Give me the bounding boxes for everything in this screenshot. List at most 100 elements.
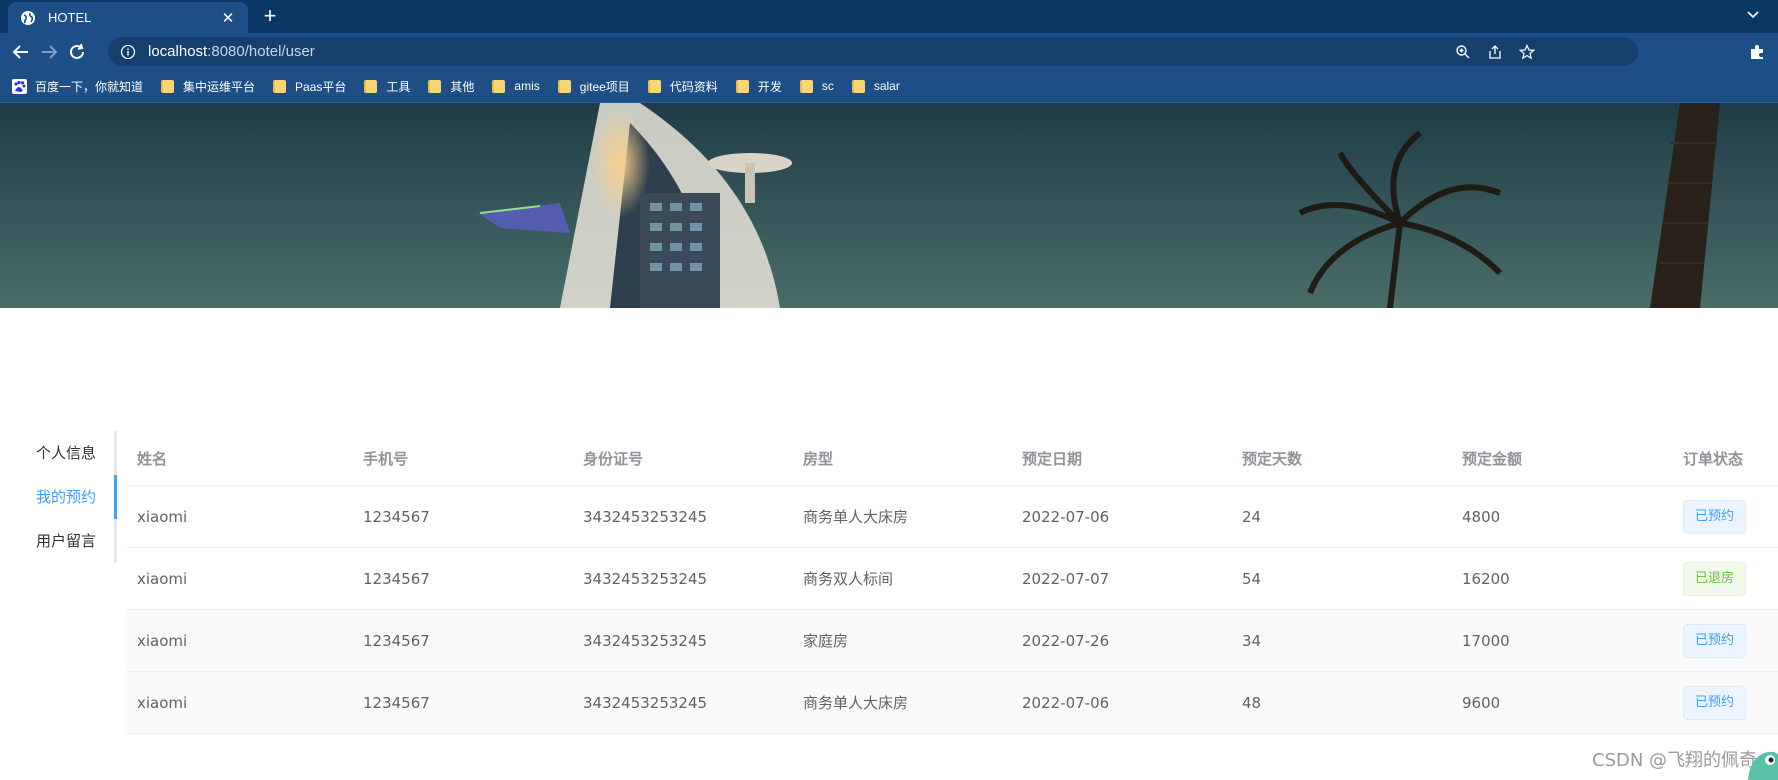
column-header: 预定日期: [1022, 449, 1083, 468]
status-cell: 已预约: [1683, 672, 1747, 733]
table-row[interactable]: xiaomi 1234567 3432453253245 商务单人大床房 202…: [127, 486, 1778, 548]
info-icon[interactable]: [120, 44, 136, 60]
cell-phone: 1234567: [363, 693, 430, 712]
folder-icon: [492, 79, 506, 93]
cell-amount: 17000: [1462, 631, 1510, 650]
cell-days: 48: [1242, 693, 1262, 712]
baidu-icon: [12, 78, 27, 94]
bookmark-item[interactable]: 工具: [364, 78, 410, 95]
folder-icon: [799, 79, 813, 93]
folder-icon: [557, 79, 571, 93]
globe-icon: [21, 10, 35, 25]
folder-icon: [161, 79, 175, 93]
column-header: 身份证号: [583, 449, 644, 468]
folder-icon: [428, 79, 442, 93]
status-cell: 已预约: [1683, 486, 1747, 547]
bookmark-item[interactable]: 集中运维平台: [161, 78, 255, 95]
hero-banner-image: [0, 103, 1778, 308]
bookmark-item[interactable]: gitee项目: [557, 78, 630, 95]
cell-id-card: 3432453253245: [583, 507, 708, 526]
bookmark-label: sc: [821, 79, 834, 93]
bookings-table: 姓名 手机号 身份证号 房型 预定日期 预定天数 预定金额 订单状态 xiaom…: [127, 431, 1778, 734]
status-badge: 已预约: [1683, 685, 1747, 720]
column-header: 房型: [803, 449, 834, 468]
table-row[interactable]: xiaomi 1234567 3432453253245 家庭房 2022-07…: [127, 610, 1778, 672]
chevron-down-icon[interactable]: [1744, 6, 1762, 24]
table-row[interactable]: xiaomi 1234567 3432453253245 商务单人大床房 202…: [127, 672, 1778, 734]
browser-tabstrip: HOTEL ✕ +: [0, 0, 1778, 33]
bookmark-label: 代码资料: [669, 79, 718, 94]
sidebar-item-my-bookings[interactable]: 我的预约: [0, 475, 117, 519]
close-tab-icon[interactable]: ✕: [220, 10, 236, 27]
cell-date: 2022-07-26: [1022, 631, 1110, 650]
url-path: :8080/hotel/user: [207, 43, 315, 60]
column-header: 姓名: [137, 449, 168, 468]
column-header: 预定天数: [1242, 449, 1303, 468]
cell-phone: 1234567: [363, 631, 430, 650]
cell-days: 24: [1242, 507, 1262, 526]
bookmark-item[interactable]: 其他: [428, 78, 474, 95]
tab-title: HOTEL: [48, 10, 92, 25]
bookmark-item[interactable]: 代码资料: [647, 78, 718, 95]
cell-phone: 1234567: [363, 569, 430, 588]
cell-date: 2022-07-06: [1022, 507, 1110, 526]
bookmark-item[interactable]: 百度一下，你就知道: [12, 78, 143, 95]
cell-id-card: 3432453253245: [583, 631, 708, 650]
cell-days: 34: [1242, 631, 1262, 650]
bookmark-label: 其他: [450, 79, 475, 94]
bookmark-item[interactable]: 开发: [735, 78, 782, 95]
column-header: 订单状态: [1683, 449, 1744, 468]
table-row[interactable]: xiaomi 1234567 3432453253245 商务双人标间 2022…: [127, 548, 1778, 610]
address-bar[interactable]: localhost:8080/hotel/user: [108, 37, 1638, 66]
cell-room-type: 商务单人大床房: [803, 694, 909, 712]
zoom-icon[interactable]: [1455, 44, 1471, 60]
bookmark-label: Paas平台: [295, 79, 347, 94]
sidebar-item-personal-info[interactable]: 个人信息: [0, 431, 117, 475]
forward-icon[interactable]: [38, 41, 60, 63]
status-badge: 已预约: [1683, 623, 1747, 658]
bookmark-label: 集中运维平台: [183, 79, 256, 94]
url-host: localhost: [148, 43, 208, 60]
bookmark-item[interactable]: salar: [851, 79, 900, 93]
new-tab-icon[interactable]: +: [260, 5, 280, 27]
mascot-icon: [1748, 751, 1778, 780]
star-icon[interactable]: [1519, 44, 1535, 60]
folder-icon: [364, 79, 378, 93]
cell-name: xiaomi: [137, 569, 188, 588]
column-header: 手机号: [363, 449, 409, 468]
status-cell: 已退房: [1683, 548, 1747, 609]
bookmark-label: 工具: [386, 79, 411, 94]
cell-room-type: 商务单人大床房: [803, 508, 909, 526]
sidebar-item-user-messages[interactable]: 用户留言: [0, 519, 117, 563]
bookmark-item[interactable]: Paas平台: [273, 78, 346, 95]
csdn-watermark: CSDN @飞翔的佩奇: [1592, 750, 1758, 771]
cell-amount: 4800: [1462, 507, 1501, 526]
bookmark-item[interactable]: amis: [492, 79, 540, 93]
sidebar-nav: 个人信息 我的预约 用户留言: [0, 431, 117, 563]
folder-icon: [851, 79, 865, 93]
active-tab-indicator: [114, 475, 117, 519]
folder-icon: [647, 79, 661, 93]
browser-tab[interactable]: HOTEL ✕: [8, 2, 248, 33]
bookmark-label: gitee项目: [579, 79, 630, 94]
back-icon[interactable]: [10, 41, 32, 63]
cell-name: xiaomi: [137, 693, 188, 712]
bookmark-item[interactable]: sc: [799, 79, 834, 93]
bookmarks-bar: 百度一下，你就知道 集中运维平台 Paas平台 工具 其他 amis gitee…: [0, 70, 1778, 103]
cell-phone: 1234567: [363, 507, 430, 526]
cell-name: xiaomi: [137, 631, 188, 650]
folder-icon: [273, 79, 287, 93]
share-icon[interactable]: [1487, 44, 1503, 60]
cell-room-type: 商务双人标间: [803, 570, 894, 588]
cell-amount: 16200: [1462, 569, 1510, 588]
bookmark-label: amis: [514, 79, 540, 93]
extensions-icon[interactable]: [1748, 43, 1766, 61]
cell-id-card: 3432453253245: [583, 693, 708, 712]
cell-id-card: 3432453253245: [583, 569, 708, 588]
table-header: 姓名 手机号 身份证号 房型 预定日期 预定天数 预定金额 订单状态: [127, 431, 1778, 486]
hotel-skyline-illustration: [0, 103, 1778, 308]
bookmark-label: 开发: [757, 79, 782, 94]
cell-date: 2022-07-06: [1022, 693, 1110, 712]
reload-icon[interactable]: [66, 41, 88, 63]
status-cell: 已预约: [1683, 610, 1747, 671]
